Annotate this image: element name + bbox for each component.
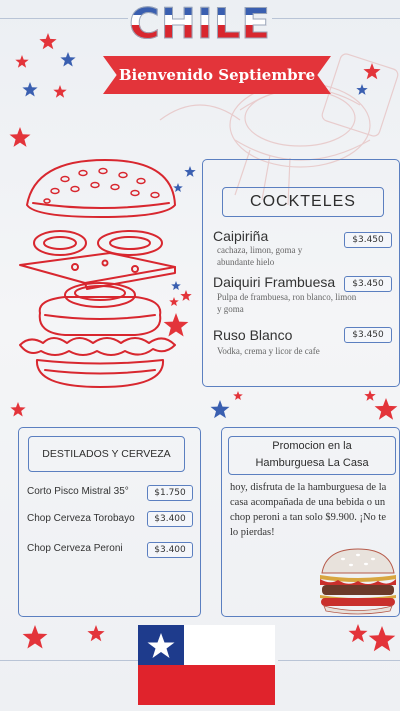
spirit-name: Chop Cerveza Peroni xyxy=(27,543,123,554)
star-icon xyxy=(210,400,230,419)
star-icon xyxy=(53,85,67,98)
spirit-price: $3.400 xyxy=(147,542,193,558)
promo-heading-line2: Hamburguesa La Casa xyxy=(255,457,369,469)
spirit-price: $1.750 xyxy=(147,485,193,501)
spirits-heading: DESTILADOS Y CERVEZA xyxy=(28,436,185,472)
star-icon xyxy=(15,55,29,68)
star-icon xyxy=(348,624,368,643)
star-icon xyxy=(22,82,38,97)
cocktail-price: $3.450 xyxy=(344,232,392,248)
spirit-name: Chop Cerveza Torobayo xyxy=(27,513,135,524)
star-icon xyxy=(60,52,76,67)
burger-photo xyxy=(320,548,396,615)
star-icon xyxy=(363,63,381,80)
star-icon xyxy=(368,626,396,652)
spirit-price: $3.400 xyxy=(147,511,193,527)
cocktail-name: Daiquiri Frambuesa xyxy=(213,274,336,290)
cocktail-description: Vodka, crema y licor de cafe xyxy=(217,346,320,356)
star-icon xyxy=(39,33,57,50)
promo-body: hoy, disfruta de la hamburguesa de la ca… xyxy=(230,482,387,538)
star-icon xyxy=(233,391,243,400)
cocktail-name: Ruso Blanco xyxy=(213,327,293,343)
star-icon xyxy=(9,127,31,147)
cocktail-price: $3.450 xyxy=(344,327,392,343)
cocktail-price: $3.450 xyxy=(344,276,392,292)
star-icon xyxy=(87,625,105,642)
promo-heading-line1: Promocion en la xyxy=(272,440,352,452)
star-icon xyxy=(374,398,398,420)
cocktail-description: Pulpa de frambuesa, ron blanco, limon y … xyxy=(217,292,357,314)
cocktail-name: Caipiriña xyxy=(213,228,269,244)
promo-heading: Promocion en la Hamburguesa La Casa xyxy=(228,436,396,475)
star-icon xyxy=(356,84,368,95)
cocktail-description: cachaza, limon, goma y abundante hielo xyxy=(217,245,303,267)
cocktails-heading: COCKTELES xyxy=(222,187,384,217)
star-icon xyxy=(10,402,26,417)
star-icon xyxy=(22,625,48,649)
chile-flag-icon xyxy=(138,625,275,705)
burger-illustration xyxy=(19,159,176,388)
spirit-name: Corto Pisco Mistral 35° xyxy=(27,486,129,497)
star-icon xyxy=(364,390,376,401)
